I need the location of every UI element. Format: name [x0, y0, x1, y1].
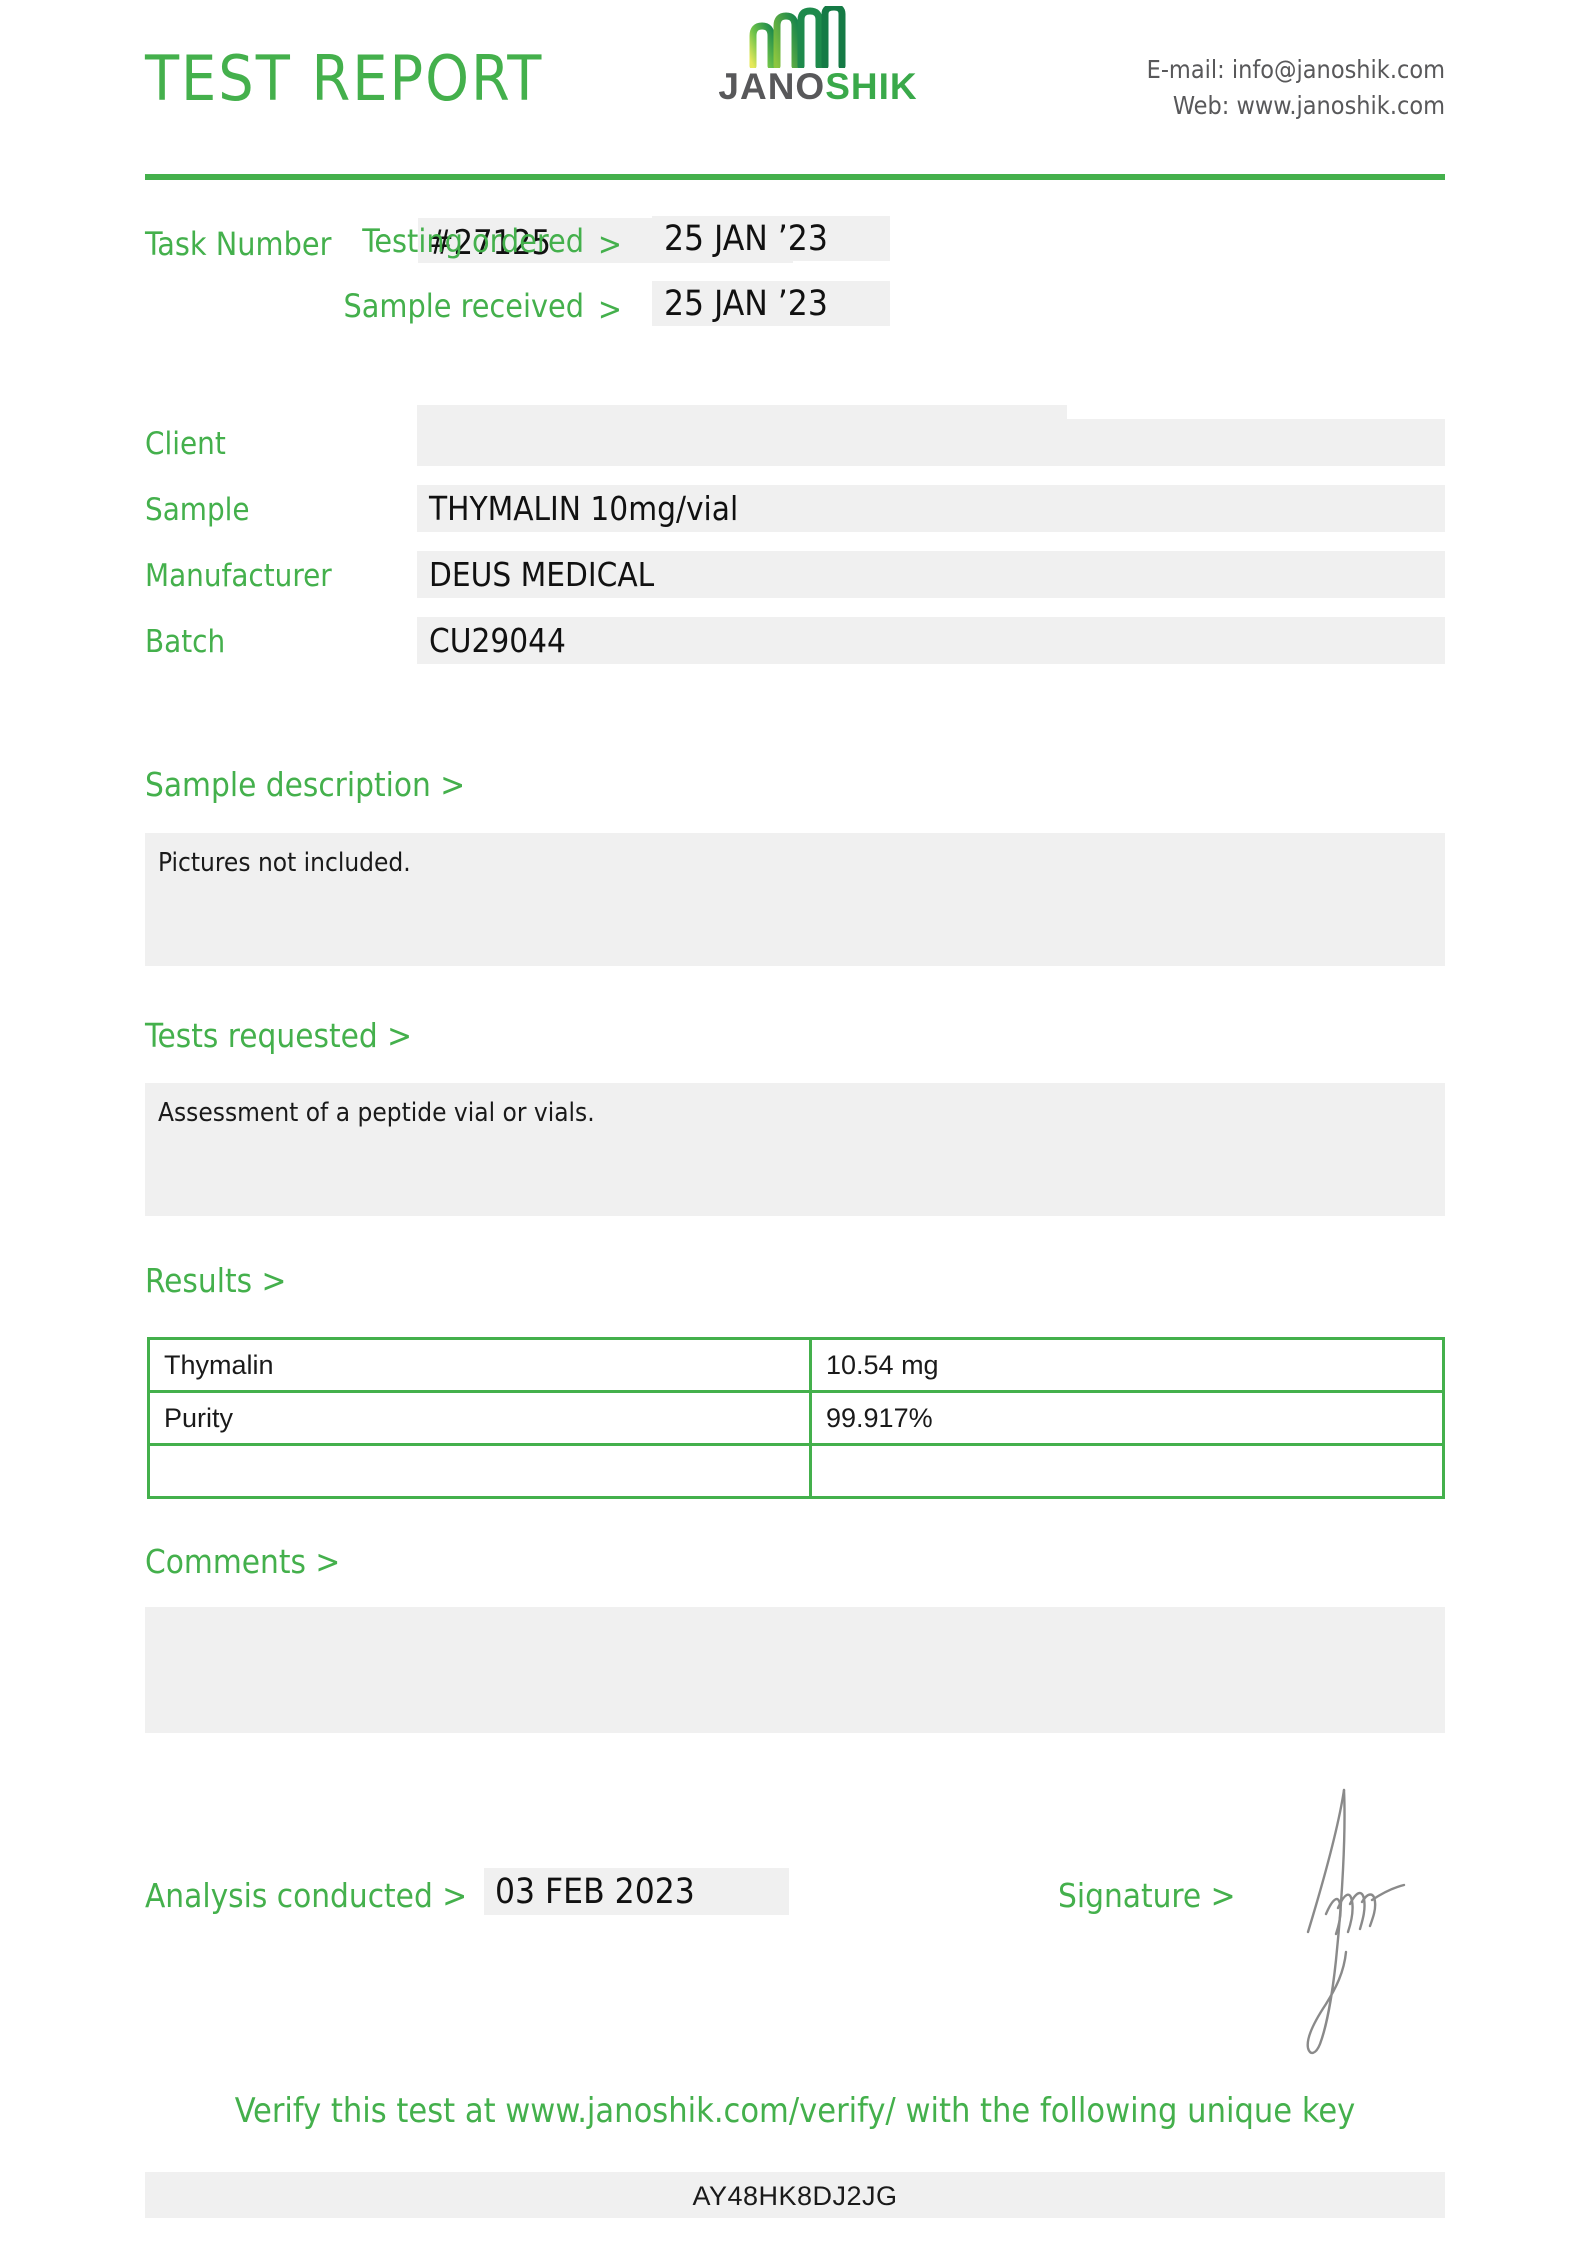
batch-value: CU29044 [429, 621, 566, 660]
bar-chart-logo-icon [745, 3, 855, 70]
info-top-strip [417, 405, 1067, 420]
analysis-conducted-text: Analysis conducted [145, 1876, 433, 1915]
sample-row: Sample THYMALIN 10mg/vial [145, 485, 1445, 532]
result-name-cell [147, 1443, 812, 1499]
testing-ordered-field: 25 JAN ’23 [652, 216, 890, 261]
sample-info-block: Client Sample THYMALIN 10mg/vial Manufac… [145, 405, 1445, 683]
tests-requested-heading: Tests requested > [145, 1016, 413, 1055]
verify-instructions: Verify this test at www.janoshik.com/ver… [234, 2091, 1356, 2131]
sample-received-separator: > [597, 290, 622, 328]
batch-label: Batch [145, 624, 226, 660]
header-divider [145, 174, 1445, 180]
table-row: Thymalin 10.54 mg [147, 1337, 1445, 1393]
contact-info: E-mail: info@janoshik.com Web: www.janos… [1147, 52, 1445, 123]
analysis-date-field: 03 FEB 2023 [484, 1868, 789, 1915]
manufacturer-field: DEUS MEDICAL [417, 551, 1445, 598]
manufacturer-label: Manufacturer [145, 558, 332, 594]
sample-field: THYMALIN 10mg/vial [417, 485, 1445, 532]
comments-heading: Comments > [145, 1542, 341, 1581]
testing-ordered-value: 25 JAN ’23 [664, 219, 828, 259]
sample-received-label: Sample received [343, 287, 584, 325]
table-row: Purity 99.917% [147, 1390, 1445, 1446]
unique-key-field: AY48HK8DJ2JG [145, 2172, 1445, 2218]
batch-field: CU29044 [417, 617, 1445, 664]
results-table: Thymalin 10.54 mg Purity 99.917% [147, 1337, 1445, 1499]
sample-description-text: Pictures not included. [158, 848, 411, 878]
janoshik-logo: JANOSHIK [693, 3, 943, 116]
result-value-cell: 99.917% [809, 1390, 1445, 1446]
sample-received-value: 25 JAN ’23 [664, 284, 828, 324]
testing-ordered-separator: > [597, 225, 622, 263]
signature-image [1280, 1782, 1410, 2062]
comments-box [145, 1607, 1445, 1733]
sample-label: Sample [145, 492, 250, 528]
analysis-conducted-separator: > [442, 1876, 468, 1915]
signature-separator: > [1210, 1876, 1236, 1915]
unique-key-value: AY48HK8DJ2JG [692, 2181, 898, 2211]
analysis-date-value: 03 FEB 2023 [495, 1872, 695, 1912]
result-name-cell: Purity [147, 1390, 812, 1446]
web-line: Web: www.janoshik.com [1172, 90, 1445, 120]
wordmark-shik: SHIK [825, 66, 918, 107]
sample-received-field: 25 JAN ’23 [652, 281, 890, 326]
result-value-cell [809, 1443, 1445, 1499]
report-header: TEST REPORT JANOSHIK E-mail: info@janosh… [145, 0, 1445, 185]
signature-label-text: Signature [1058, 1876, 1202, 1915]
results-heading: Results > [145, 1261, 287, 1300]
sample-description-heading: Sample description > [145, 765, 466, 804]
table-row [147, 1443, 1445, 1499]
manufacturer-row: Manufacturer DEUS MEDICAL [145, 551, 1445, 598]
janoshik-wordmark: JANOSHIK [693, 68, 943, 105]
email-line: E-mail: info@janoshik.com [1146, 55, 1445, 84]
sample-value: THYMALIN 10mg/vial [429, 489, 739, 528]
tests-requested-box: Assessment of a peptide vial or vials. [145, 1083, 1445, 1216]
page-title: TEST REPORT [145, 42, 544, 115]
client-field [417, 419, 1445, 466]
signature-label: Signature > [1058, 1879, 1236, 1912]
report-page: TEST REPORT JANOSHIK E-mail: info@janosh… [0, 0, 1587, 2245]
manufacturer-value: DEUS MEDICAL [429, 555, 655, 594]
testing-ordered-label: Testing ordered [362, 222, 584, 260]
client-label: Client [145, 426, 226, 462]
tests-requested-text: Assessment of a peptide vial or vials. [158, 1098, 595, 1128]
wordmark-jano: JANO [718, 66, 826, 107]
analysis-conducted-label: Analysis conducted > [145, 1879, 467, 1912]
sample-description-box: Pictures not included. [145, 833, 1445, 966]
task-number-label: Task Number [145, 225, 332, 263]
client-row: Client [145, 419, 1445, 466]
batch-row: Batch CU29044 [145, 617, 1445, 664]
result-name-cell: Thymalin [147, 1337, 812, 1393]
result-value-cell: 10.54 mg [809, 1337, 1445, 1393]
